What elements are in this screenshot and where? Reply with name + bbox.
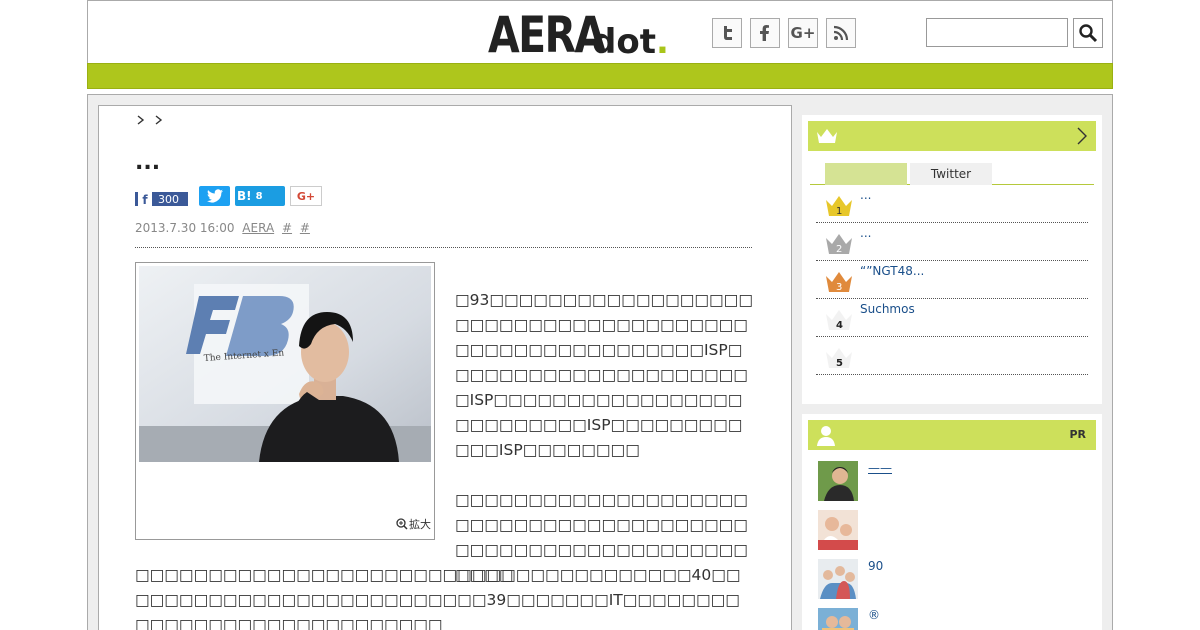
pr-item[interactable] [818, 510, 1078, 550]
ranking-item-title: ... [860, 188, 872, 202]
crown-plain-icon: 4 [826, 310, 852, 331]
rss-icon-button[interactable] [826, 18, 856, 48]
search-input[interactable] [926, 18, 1068, 47]
breadcrumb [135, 113, 175, 131]
svg-text:5: 5 [836, 358, 843, 369]
pr-thumbnail-image [818, 461, 858, 501]
pr-thumbnail-image [818, 608, 858, 630]
search-button[interactable] [1073, 18, 1103, 48]
googleplus-icon: G+ [296, 189, 316, 203]
article-meta: 2013.7.30 16:00 AERA # # [135, 221, 310, 235]
ranking-item-title: Suchmos [860, 302, 915, 316]
rss-icon [833, 25, 849, 41]
pr-item-title: 90 [868, 559, 884, 573]
chevron-right-icon [1077, 127, 1087, 145]
tab-access-ranking[interactable] [825, 163, 907, 185]
portrait-photo-image: The Internet x En [139, 266, 431, 462]
facebook-icon-button[interactable] [750, 18, 780, 48]
ranking-item[interactable]: 5 [816, 337, 1088, 375]
ranking-item-title: ... [860, 226, 872, 240]
breadcrumb-chevron-icon [137, 115, 163, 125]
pr-item[interactable]: —— [818, 461, 1078, 501]
pr-widget: PR —— 90 ® [802, 414, 1102, 630]
googleplus-share-button[interactable]: G+ [290, 186, 322, 206]
crown-gold-icon: 1 [826, 196, 852, 217]
content-wrapper: ... f 300 B! 8 G+ 2013.7.30 16:00 AERA #… [87, 94, 1113, 630]
pr-thumbnail[interactable] [818, 559, 858, 599]
crown-plain-icon: 5 [826, 348, 852, 369]
twitter-icon [724, 26, 732, 40]
article-paragraph: □93□□□□□□□□□□□□□□□□□□□□□□□□□□□□□□□□□□□□□… [455, 291, 753, 459]
article-photo[interactable]: The Internet x En [139, 266, 431, 462]
tab-twitter-ranking[interactable]: Twitter [910, 163, 992, 185]
article-source-link[interactable]: AERA [242, 221, 274, 235]
aera-dot-logo[interactable]: AERA dot. [488, 6, 669, 64]
crown-silver-icon: 2 [826, 234, 852, 255]
ranking-item[interactable]: 2 ... [816, 223, 1088, 261]
pr-thumbnail-image [818, 510, 858, 550]
crown-bronze-icon: 3 [826, 272, 852, 293]
googleplus-icon: G+ [790, 24, 816, 42]
twitter-bird-icon [206, 189, 223, 203]
googleplus-icon-button[interactable]: G+ [788, 18, 818, 48]
pr-thumbnail[interactable] [818, 608, 858, 630]
pr-thumbnail[interactable] [818, 510, 858, 550]
article-tag-link[interactable]: # [282, 221, 292, 235]
article-photo-box[interactable]: The Internet x En 拡大 [135, 262, 435, 540]
zoom-link[interactable]: 拡大 [396, 516, 431, 532]
article-tag-link[interactable]: # [300, 221, 310, 235]
svg-text:2: 2 [836, 244, 842, 255]
logo-aera-text: AERA [488, 6, 606, 64]
twitter-icon-button[interactable] [712, 18, 742, 48]
hatena-icon: B! [237, 189, 252, 203]
pr-header: PR [808, 420, 1096, 450]
zoom-in-icon [396, 518, 408, 530]
facebook-icon: f [138, 192, 152, 207]
global-nav-bar [87, 63, 1113, 89]
hatena-count: 8 [255, 190, 263, 202]
crown-icon [817, 129, 837, 143]
ranking-item-title: “”NGT48... [860, 264, 925, 278]
ranking-tabs: Twitter [810, 163, 1094, 185]
svg-text:4: 4 [836, 320, 843, 331]
meta-divider [135, 247, 752, 248]
search-icon [1079, 24, 1098, 43]
hatena-bookmark-button[interactable]: B! 8 [235, 186, 285, 206]
ranking-item[interactable]: 1 ... [816, 185, 1088, 223]
facebook-icon [760, 25, 769, 41]
facebook-share-count: 300 [158, 192, 179, 206]
facebook-share-button[interactable]: f 300 [135, 192, 188, 207]
article-main: ... f 300 B! 8 G+ 2013.7.30 16:00 AERA #… [98, 105, 792, 630]
twitter-share-button[interactable] [199, 186, 230, 206]
article-date: 2013.7.30 16:00 [135, 221, 235, 235]
article-paragraph: □□□□□□□□□□□□□□□□□□□□□□□□□□□□□□□□□□□□□□40… [135, 566, 741, 630]
pr-item-title: —— [868, 461, 892, 475]
pr-item[interactable]: ® [818, 608, 1078, 630]
pr-item[interactable]: 90 [818, 559, 1078, 599]
article-title: ... [135, 150, 161, 175]
ranking-header[interactable] [808, 121, 1096, 151]
svg-text:3: 3 [836, 282, 842, 293]
ranking-item[interactable]: 4 Suchmos [816, 299, 1088, 337]
pr-thumbnail[interactable] [818, 461, 858, 501]
person-icon [817, 426, 835, 446]
ranking-widget: Twitter 1 ... 2 ... 3 “”NGT48... 4 Suchm… [802, 115, 1102, 404]
ranking-item[interactable]: 3 “”NGT48... [816, 261, 1088, 299]
svg-text:1: 1 [836, 206, 842, 217]
zoom-label: 拡大 [409, 518, 431, 531]
pr-item-title: ® [868, 608, 880, 622]
pr-thumbnail-image [818, 559, 858, 599]
site-header: AERA dot. G+ [87, 0, 1113, 63]
pr-label: PR [1069, 428, 1086, 441]
